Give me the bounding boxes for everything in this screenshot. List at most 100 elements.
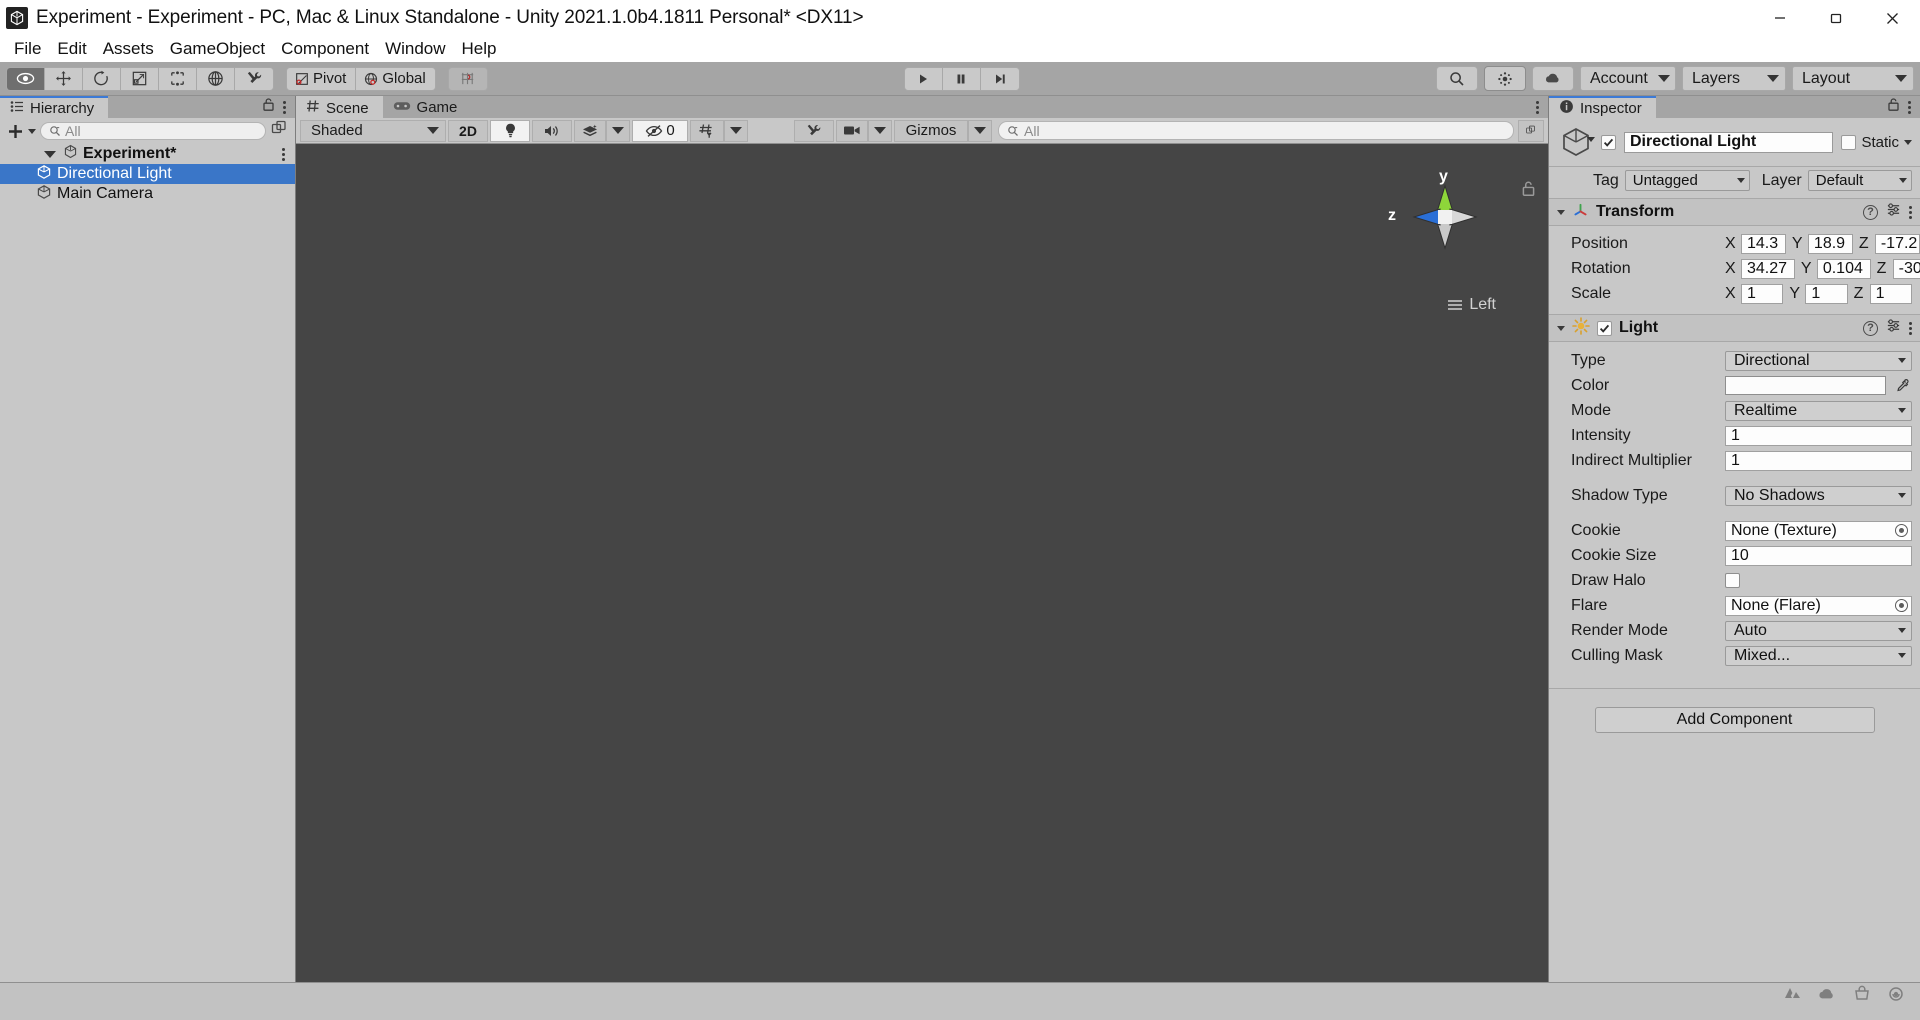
scale-y-input[interactable]: 1 xyxy=(1805,283,1848,304)
scene-fx-button[interactable] xyxy=(574,119,606,142)
rotate-tool-button[interactable] xyxy=(83,67,121,90)
tag-dropdown[interactable]: Untagged xyxy=(1624,170,1750,191)
chevron-down-icon[interactable] xyxy=(1904,139,1912,145)
hierarchy-row-main-camera[interactable]: Main Camera xyxy=(0,184,295,204)
scene-view-gizmo[interactable]: y z xyxy=(1388,168,1490,262)
tab-hierarchy[interactable]: Hierarchy xyxy=(0,96,109,118)
hierarchy-row-directional-light[interactable]: Directional Light xyxy=(0,164,295,184)
grid-snapping-button[interactable] xyxy=(447,66,488,91)
light-render-mode-dropdown[interactable]: Auto xyxy=(1725,620,1912,641)
rotation-x-input[interactable]: 34.27 xyxy=(1741,258,1795,279)
pause-button[interactable] xyxy=(943,67,981,90)
disclosure-triangle-icon[interactable] xyxy=(44,150,56,158)
light-cookie-size-input[interactable]: 10 xyxy=(1725,545,1912,566)
tab-inspector[interactable]: Inspector xyxy=(1549,96,1656,118)
play-button[interactable] xyxy=(905,67,943,90)
layout-dropdown[interactable]: Layout xyxy=(1792,66,1914,91)
light-intensity-input[interactable]: 1 xyxy=(1725,425,1912,446)
gameobject-name-input[interactable]: Directional Light xyxy=(1624,131,1834,153)
grid-visibility-button[interactable] xyxy=(690,119,724,142)
transform-component-header[interactable]: Transform ? xyxy=(1549,198,1920,226)
scene-gizmo-lock-icon[interactable] xyxy=(1521,180,1536,202)
gameobject-prefab-icon[interactable] xyxy=(1559,125,1595,159)
scene-search-options-icon[interactable] xyxy=(1518,119,1544,142)
light-shadow-type-dropdown[interactable]: No Shadows xyxy=(1725,485,1912,506)
hidden-objects-button[interactable]: 0 xyxy=(632,119,688,142)
rotation-z-input[interactable]: -30.96 xyxy=(1892,258,1920,279)
inspector-menu-icon[interactable] xyxy=(1908,100,1911,114)
asset-store-icon[interactable] xyxy=(1852,985,1872,1008)
menu-assets[interactable]: Assets xyxy=(95,37,162,61)
object-picker-icon[interactable] xyxy=(1895,599,1908,612)
light-mode-dropdown[interactable]: Realtime xyxy=(1725,400,1912,421)
menu-edit[interactable]: Edit xyxy=(49,37,94,61)
move-tool-button[interactable] xyxy=(45,67,83,90)
maximize-button[interactable] xyxy=(1808,0,1864,36)
rotation-y-input[interactable]: 0.104 xyxy=(1816,258,1871,279)
help-icon[interactable]: ? xyxy=(1863,204,1878,220)
light-draw-halo-checkbox[interactable] xyxy=(1725,573,1740,588)
eyedropper-icon[interactable] xyxy=(1892,378,1912,393)
menu-window[interactable]: Window xyxy=(377,37,453,61)
cloud-icon[interactable] xyxy=(1816,985,1838,1008)
collapse-triangle-icon[interactable] xyxy=(1557,209,1565,215)
scene-view-orientation-label[interactable]: Left xyxy=(1447,296,1496,314)
pivot-mode-button[interactable]: Pivot xyxy=(287,67,357,90)
grid-dropdown[interactable] xyxy=(724,119,748,142)
handle-space-button[interactable]: Global xyxy=(356,68,434,90)
minimize-button[interactable] xyxy=(1752,0,1808,36)
scene-audio-button[interactable] xyxy=(532,119,572,142)
help-icon[interactable]: ? xyxy=(1863,320,1878,336)
close-button[interactable] xyxy=(1864,0,1920,36)
layer-dropdown[interactable]: Default xyxy=(1807,170,1912,191)
hierarchy-save-layout-icon[interactable] xyxy=(270,119,289,143)
scale-z-input[interactable]: 1 xyxy=(1869,283,1912,304)
layers-dropdown[interactable]: Layers xyxy=(1682,66,1786,91)
tab-scene[interactable]: Scene xyxy=(296,96,383,118)
position-x-input[interactable]: 14.3 xyxy=(1741,233,1786,254)
light-color-swatch[interactable] xyxy=(1725,376,1886,395)
scene-camera-dropdown[interactable] xyxy=(868,119,892,142)
custom-tool-button[interactable] xyxy=(235,68,273,90)
light-context-menu-icon[interactable] xyxy=(1909,321,1912,335)
tab-game[interactable]: Game xyxy=(382,96,472,118)
menu-component[interactable]: Component xyxy=(273,37,377,61)
preset-icon[interactable] xyxy=(1886,318,1901,338)
menu-file[interactable]: File xyxy=(6,37,49,61)
light-indirect-multiplier-input[interactable]: 1 xyxy=(1725,450,1912,471)
cloud-icon-button[interactable] xyxy=(1532,66,1574,91)
scene-fx-dropdown[interactable] xyxy=(606,119,630,142)
draw-mode-dropdown[interactable]: Shaded xyxy=(300,119,446,142)
menu-help[interactable]: Help xyxy=(454,37,505,61)
gizmos-button[interactable]: Gizmos xyxy=(894,119,968,142)
scene-menu-icon[interactable] xyxy=(1536,100,1539,114)
transform-tool-button[interactable] xyxy=(197,67,235,90)
gameobject-enabled-checkbox[interactable] xyxy=(1601,134,1616,150)
scale-tool-button[interactable] xyxy=(121,67,159,90)
scene-context-menu-icon[interactable] xyxy=(282,147,285,161)
light-enabled-checkbox[interactable] xyxy=(1597,320,1612,336)
editor-settings-icon-button[interactable] xyxy=(1484,66,1526,91)
object-picker-icon[interactable] xyxy=(1895,524,1908,537)
scene-viewport[interactable]: y z Left xyxy=(296,144,1548,982)
static-checkbox[interactable] xyxy=(1841,134,1857,150)
position-z-input[interactable]: -17.2 xyxy=(1874,233,1920,254)
scene-camera-button[interactable] xyxy=(836,119,868,142)
scale-x-input[interactable]: 1 xyxy=(1741,283,1784,304)
toggle-2d-button[interactable]: 2D xyxy=(448,119,488,142)
light-type-dropdown[interactable]: Directional xyxy=(1725,350,1912,371)
preset-icon[interactable] xyxy=(1886,202,1901,222)
lock-icon[interactable] xyxy=(1887,97,1900,117)
step-button[interactable] xyxy=(981,68,1019,90)
component-tools-button[interactable] xyxy=(794,119,834,142)
light-cookie-object-field[interactable]: None (Texture) xyxy=(1725,520,1912,541)
collapse-triangle-icon[interactable] xyxy=(1557,325,1565,331)
collab-icon[interactable] xyxy=(1782,985,1802,1008)
add-component-button[interactable]: Add Component xyxy=(1594,707,1875,733)
light-component-header[interactable]: Light ? xyxy=(1549,314,1920,342)
notification-icon[interactable] xyxy=(1886,985,1906,1008)
create-object-button[interactable] xyxy=(6,122,36,141)
scene-search-input[interactable]: All xyxy=(998,121,1514,140)
lock-icon[interactable] xyxy=(262,97,275,117)
hierarchy-menu-icon[interactable] xyxy=(283,100,286,114)
